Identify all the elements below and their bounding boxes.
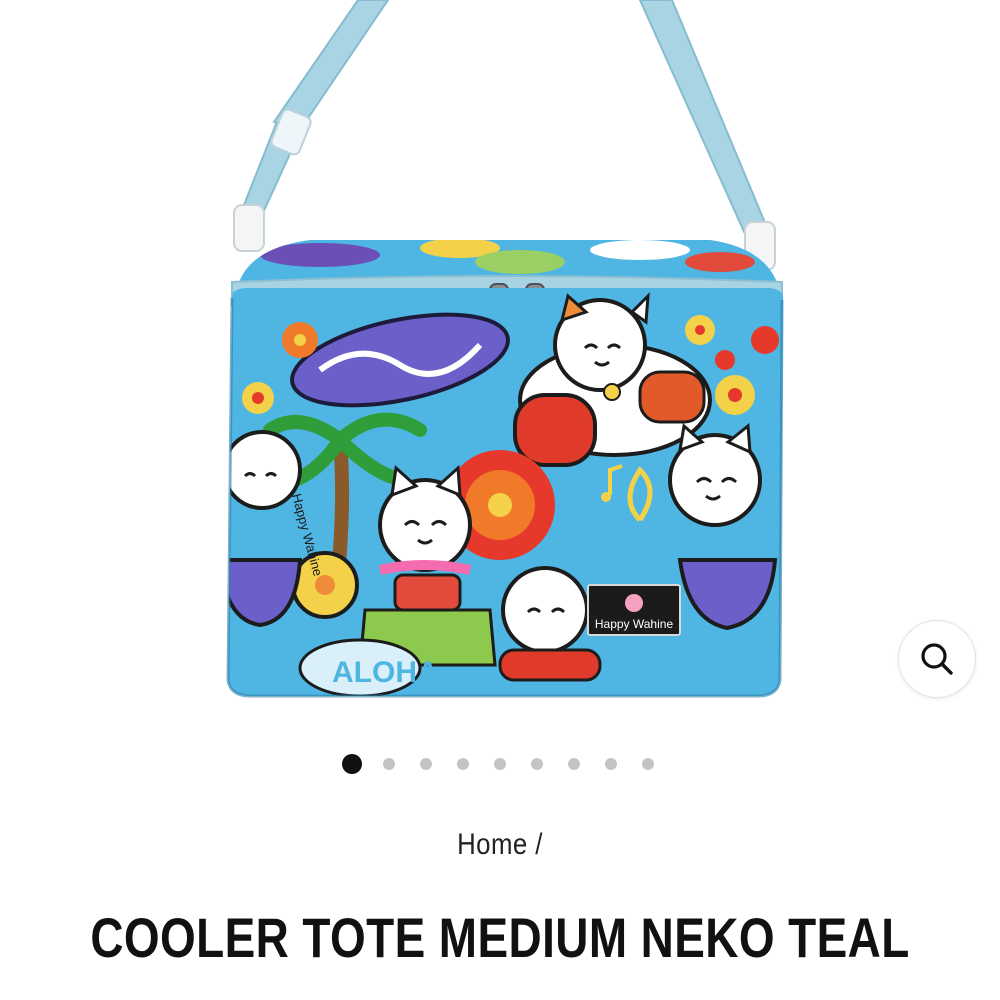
zoom-button[interactable] xyxy=(898,620,976,698)
gallery-dot-1[interactable] xyxy=(334,752,371,776)
brand-logo-text: Happy Wahine xyxy=(595,617,674,631)
gallery-dot-8[interactable] xyxy=(593,752,630,776)
breadcrumb-separator: / xyxy=(535,828,543,861)
inactive-dot xyxy=(568,758,580,770)
gallery-dot-2[interactable] xyxy=(371,752,408,776)
gallery-dot-4[interactable] xyxy=(445,752,482,776)
gallery-pagination xyxy=(0,752,1000,776)
gallery-dot-6[interactable] xyxy=(519,752,556,776)
inactive-dot xyxy=(605,758,617,770)
bag-front: ALOHA Happy Wahine xyxy=(226,288,784,698)
product-image[interactable]: ALOHA Happy Wahine Happy Wahine xyxy=(0,0,1000,730)
inactive-dot xyxy=(494,758,506,770)
product-title: COOLER TOTE MEDIUM NEKO TEAL xyxy=(90,906,910,969)
inactive-dot xyxy=(383,758,395,770)
search-icon xyxy=(921,643,953,675)
inactive-dot xyxy=(420,758,432,770)
gallery-dot-9[interactable] xyxy=(630,752,667,776)
bag-strap xyxy=(233,0,776,271)
brand-logo: Happy Wahine xyxy=(587,584,681,636)
product-page: ALOHA Happy Wahine Happy Wahine Home / C… xyxy=(0,0,1000,1000)
gallery-dot-3[interactable] xyxy=(408,752,445,776)
breadcrumb: Home / xyxy=(70,828,930,862)
inactive-dot xyxy=(531,758,543,770)
gallery-dot-7[interactable] xyxy=(556,752,593,776)
breadcrumb-home-link[interactable]: Home xyxy=(457,828,528,861)
aloha-text: ALOHA xyxy=(332,656,439,689)
inactive-dot xyxy=(457,758,469,770)
gallery-dot-5[interactable] xyxy=(482,752,519,776)
active-dot xyxy=(342,754,362,774)
inactive-dot xyxy=(642,758,654,770)
